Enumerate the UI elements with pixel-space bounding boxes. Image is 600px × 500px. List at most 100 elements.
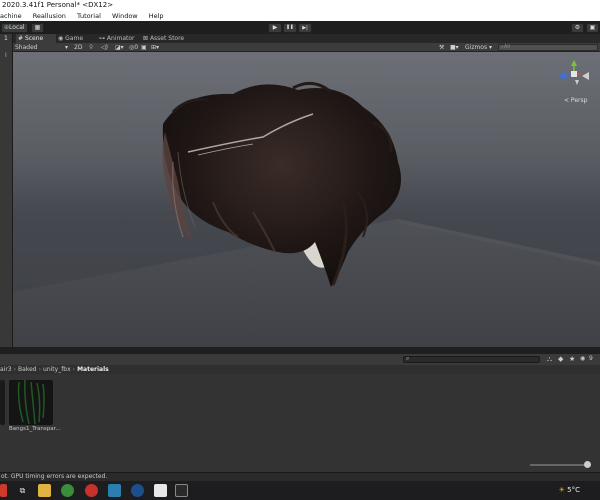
effects-icon: ◪▾	[115, 44, 124, 51]
orientation-gizmo[interactable]	[558, 60, 589, 85]
camera-settings-button[interactable]: ▣	[141, 43, 147, 52]
window-title: 2020.3.41f1 Personal* <DX12>	[2, 1, 114, 9]
chevron-down-icon: ▾	[489, 44, 493, 51]
scene-toolbar: Shaded ▾ 2D 💡︎ ◁) ◪▾ ◎0 ▣ ⊞▾ ⚒ ■▾ Gizmos…	[13, 43, 600, 52]
os-taskbar: ⧉ ☀ 5°C	[0, 481, 600, 500]
pivot-label: Local	[9, 23, 25, 31]
animator-icon: ⊶	[99, 35, 105, 42]
asset-label[interactable]: Bangs1_Transpar...	[9, 426, 61, 432]
store-icon: ⊠	[143, 35, 149, 42]
speaker-icon: ◁)	[101, 44, 108, 51]
breadcrumb-item[interactable]: unity_fbx	[43, 366, 71, 373]
scene-search-input[interactable]: ⌕All	[498, 44, 598, 51]
tab-game[interactable]: ◉ Game	[56, 34, 96, 43]
game-icon: ◉	[58, 35, 64, 42]
cloud-icon: ⚙	[574, 23, 581, 31]
pivot-rotation-toggle[interactable]: ⊕Local	[1, 22, 28, 33]
grid-snap-button[interactable]: ▦	[31, 22, 44, 33]
scene-icon: #	[18, 35, 24, 42]
thumbnail-zoom-slider[interactable]	[530, 464, 590, 466]
lightbulb-icon: 💡︎	[89, 44, 94, 51]
account-icon: ▣	[589, 23, 596, 31]
unity-editor-icon[interactable]	[175, 484, 188, 497]
weather-icon: ☀	[558, 486, 565, 494]
view-tab-strip: # Scene ◉ Game ⊶ Animator ⊠ Asset Store	[13, 34, 600, 43]
chrome-icon[interactable]	[61, 484, 74, 497]
tab-animator[interactable]: ⊶ Animator	[97, 34, 141, 43]
menu-item-window[interactable]: Window	[112, 12, 138, 20]
left-panel-value: 1	[4, 35, 8, 42]
gizmos-dropdown[interactable]: Gizmos ▾	[465, 43, 492, 52]
camera-dropdown[interactable]: ■▾	[450, 43, 459, 52]
menu-item-reallusion[interactable]: Reallusion	[33, 12, 66, 20]
audio-toggle[interactable]: ◁)	[101, 43, 108, 52]
project-search-input[interactable]: ⌕	[403, 355, 540, 363]
effects-dropdown[interactable]: ◪▾	[115, 43, 124, 52]
grid-toggle[interactable]: ⊞▾	[151, 43, 159, 52]
wrench-icon: ⚒	[439, 44, 445, 51]
app-icon-m[interactable]	[108, 484, 121, 497]
filter-by-label-icon[interactable]: ◆	[558, 355, 563, 363]
account-button[interactable]: ▣	[586, 22, 599, 33]
scene-render: < Persp	[13, 60, 600, 347]
perspective-label[interactable]: < Persp	[564, 97, 588, 104]
app-icon-c[interactable]	[131, 484, 144, 497]
asset-thumbnail-partial[interactable]	[0, 380, 5, 425]
chevron-right-icon: ›	[13, 366, 17, 373]
asset-thumbnail[interactable]	[9, 380, 53, 425]
material-preview	[17, 380, 45, 425]
lighting-toggle[interactable]: 💡︎	[89, 43, 93, 52]
status-message: ot. GPU timing errors are expected.	[1, 473, 108, 480]
mode-2d-toggle[interactable]: 2D	[74, 43, 82, 52]
file-explorer-icon[interactable]	[38, 484, 51, 497]
search-icon: ⌕	[406, 355, 410, 362]
camera-icon: ▣	[141, 44, 147, 51]
project-toolbar: ⌕ ⛬ ◆ ★ ◉ 9	[0, 354, 600, 365]
window-title-bar: 2020.3.41f1 Personal* <DX12>	[0, 0, 600, 11]
favorite-icon[interactable]: ★	[569, 355, 575, 363]
breadcrumb-item[interactable]: Baked	[18, 366, 37, 373]
main-toolbar: ⊕Local ▦ ▶ ❚❚ ▶| ⚙ ▣	[0, 21, 600, 34]
grid-icon: ▦	[34, 23, 41, 31]
shading-mode-dropdown[interactable]: Shaded ▾	[15, 43, 71, 52]
opera-icon[interactable]	[85, 484, 98, 497]
filter-by-type-icon[interactable]: ⛬	[547, 355, 552, 364]
step-icon: ▶|	[302, 24, 308, 31]
breadcrumb-item[interactable]: air3	[0, 366, 12, 373]
grid-icon: ⊞▾	[151, 44, 160, 51]
step-button[interactable]: ▶|	[298, 22, 312, 33]
tools-dropdown[interactable]: ⚒	[439, 43, 444, 52]
collab-button[interactable]: ⚙	[571, 22, 584, 33]
status-bar: ot. GPU timing errors are expected.	[0, 472, 600, 481]
menu-bar: achine Reallusion Tutorial Window Help	[0, 11, 600, 21]
scene-viewport[interactable]: < Persp	[13, 52, 600, 347]
zoom-slider-handle[interactable]	[584, 461, 591, 468]
chevron-right-icon: ›	[72, 366, 76, 373]
pause-button[interactable]: ❚❚	[283, 22, 297, 33]
menu-item-help[interactable]: Help	[149, 12, 164, 20]
breadcrumb-current[interactable]: Materials	[77, 366, 109, 373]
breadcrumb: air3 › Baked › unity_fbx › Materials	[0, 365, 600, 374]
play-icon: ▶	[272, 23, 278, 31]
hidden-count: 9	[589, 355, 593, 362]
menu-item-gameobject[interactable]: achine	[0, 12, 22, 20]
task-view-icon[interactable]: ⧉	[16, 484, 29, 497]
app-icon-partial[interactable]	[0, 484, 7, 497]
scene-visibility-toggle[interactable]: ◎0	[129, 43, 138, 52]
video-camera-icon: ■▾	[450, 44, 459, 51]
left-panel-secondary: I	[5, 52, 7, 59]
panel-divider[interactable]	[0, 347, 600, 354]
pause-icon: ❚❚	[286, 24, 294, 30]
chevron-right-icon: ›	[38, 366, 42, 373]
eye-icon[interactable]: ◉	[580, 355, 585, 362]
system-tray: ☀ 5°C	[559, 481, 580, 500]
chevron-down-icon: ▾	[65, 44, 69, 51]
play-button[interactable]: ▶	[268, 22, 282, 33]
menu-item-tutorial[interactable]: Tutorial	[77, 12, 101, 20]
unity-hub-icon[interactable]	[154, 484, 167, 497]
tab-scene[interactable]: # Scene	[16, 34, 56, 43]
tab-asset-store[interactable]: ⊠ Asset Store	[141, 34, 191, 43]
hierarchy-panel-edge: 1 I	[0, 34, 13, 347]
project-asset-grid: Bangs1_Transpar...	[0, 374, 600, 472]
temperature: 5°C	[567, 486, 580, 494]
